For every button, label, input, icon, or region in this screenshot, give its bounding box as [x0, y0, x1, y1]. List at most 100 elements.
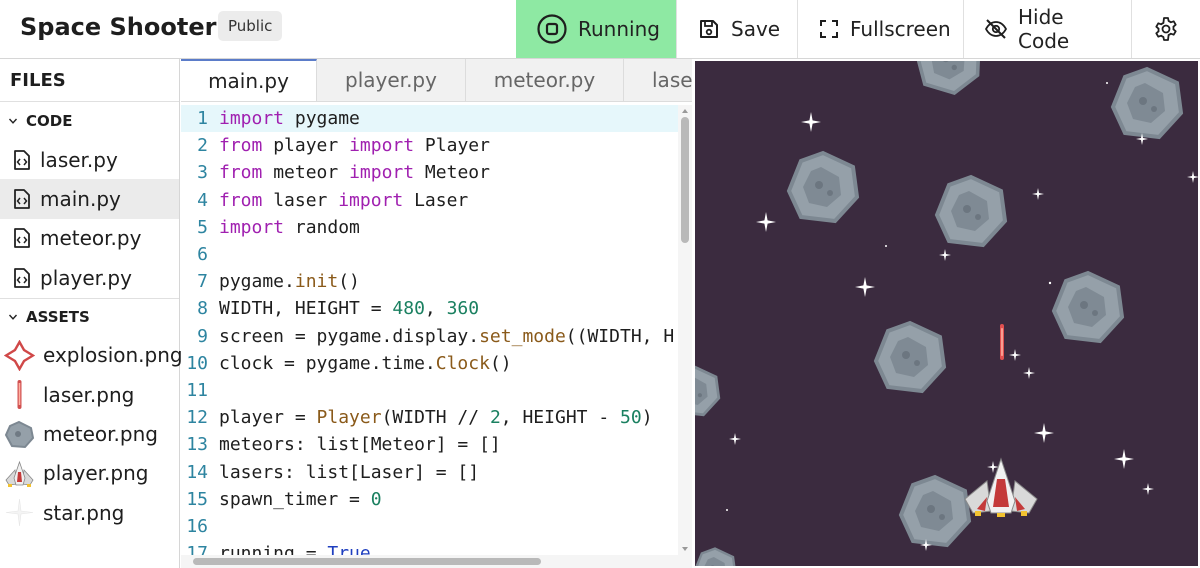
save-label: Save: [731, 17, 781, 41]
explosion-icon: [4, 339, 35, 371]
vertical-scrollbar[interactable]: [678, 105, 692, 555]
code-token: random: [284, 216, 360, 238]
file-name: laser.py: [40, 147, 118, 172]
code-token: meteors: list[Meteor] = []: [219, 434, 501, 456]
tab-main-py[interactable]: main.py: [181, 59, 317, 101]
code-token: from: [219, 189, 263, 211]
code-line[interactable]: 2 from player import Player: [181, 132, 678, 159]
code-line[interactable]: 7 pygame.init(): [181, 268, 678, 295]
game-preview-canvas[interactable]: [692, 59, 1200, 568]
code-token: spawn_timer =: [219, 488, 371, 510]
asset-name: player.png: [43, 461, 149, 486]
code-token: player: [262, 135, 350, 157]
asset-item-star-png[interactable]: star.png: [0, 493, 179, 532]
code-token: Clock: [435, 352, 490, 374]
game-scene[interactable]: [695, 61, 1198, 566]
line-text: pygame.init(): [219, 268, 360, 295]
code-token: (): [489, 352, 512, 374]
code-line[interactable]: 10 clock = pygame.time.Clock(): [181, 350, 678, 377]
code-line[interactable]: 9 screen = pygame.display.set_mode((WIDTH…: [181, 323, 678, 350]
code-token: import: [349, 135, 415, 157]
code-token: from: [219, 162, 263, 184]
code-token: ((WIDTH, H: [565, 325, 675, 347]
code-token: import: [338, 189, 404, 211]
code-token: lasers: list[Laser] = []: [219, 461, 480, 483]
laser-core: [1001, 328, 1003, 356]
asset-item-meteor-png[interactable]: meteor.png: [0, 414, 179, 453]
tab-meteor-py[interactable]: meteor.py: [466, 59, 624, 101]
hide-code-label: Hide Code: [1018, 5, 1070, 53]
fullscreen-button[interactable]: Fullscreen: [797, 0, 963, 58]
star: [1048, 281, 1052, 285]
star: [1106, 82, 1108, 84]
code-editor: main.py player.py meteor.py laser.py 1 im…: [181, 59, 692, 568]
code-token: , HEIGHT -: [500, 407, 621, 429]
line-number: 8: [197, 298, 208, 320]
code-line[interactable]: 16: [181, 513, 678, 540]
asset-item-laser-png[interactable]: laser.png: [0, 375, 179, 414]
code-line[interactable]: 15 spawn_timer = 0: [181, 486, 678, 513]
hide-code-button[interactable]: Hide Code: [963, 0, 1131, 58]
file-sidebar: FILES CODE laser.py main.py meteor.py playe…: [0, 59, 183, 568]
assets-section-toggle[interactable]: ASSETS: [0, 297, 179, 336]
asset-item-explosion-png[interactable]: explosion.png: [0, 336, 183, 375]
star: [885, 245, 887, 247]
asset-name: explosion.png: [43, 343, 183, 368]
code-token: set_mode: [479, 325, 566, 347]
settings-button[interactable]: [1131, 0, 1200, 58]
asset-item-player-png[interactable]: player.png: [0, 454, 179, 493]
line-text: running = True: [219, 540, 371, 555]
line-number: 7: [197, 271, 208, 293]
line-text: lasers: list[Laser] = []: [219, 459, 479, 486]
code-line[interactable]: 14 lasers: list[Laser] = []: [181, 459, 678, 486]
code-line[interactable]: 1 import pygame: [181, 105, 678, 133]
gear-icon: [1155, 17, 1177, 41]
code-token: (WIDTH //: [381, 407, 490, 429]
code-token: WIDTH, HEIGHT =: [219, 298, 393, 320]
code-line[interactable]: 12 player = Player(WIDTH // 2, HEIGHT - 5…: [181, 404, 678, 431]
code-text-area[interactable]: 1 import pygame 2 from player import Player…: [181, 105, 678, 555]
code-token: running =: [219, 543, 328, 555]
code-token: (): [338, 271, 360, 293]
code-token: meteor: [262, 162, 350, 184]
line-text: from player import Player: [219, 132, 490, 159]
code-line[interactable]: 8 WIDTH, HEIGHT = 480, 360: [181, 295, 678, 322]
visibility-badge[interactable]: Public: [218, 11, 283, 41]
file-item-player-py[interactable]: player.py: [0, 258, 179, 297]
code-token: pygame.: [219, 271, 295, 293]
code-line[interactable]: 3 from meteor import Meteor: [181, 159, 678, 186]
vertical-scroll-thumb[interactable]: [681, 117, 689, 243]
tab-player-py[interactable]: player.py: [317, 59, 466, 101]
line-text: from laser import Laser: [219, 187, 468, 214]
star: [726, 509, 728, 511]
tab-laser-py[interactable]: laser.py: [624, 59, 692, 101]
code-line[interactable]: 6: [181, 241, 678, 268]
run-label: Running: [578, 17, 660, 41]
code-file-icon: [14, 228, 30, 249]
code-token: from: [219, 135, 263, 157]
code-token: import: [349, 162, 415, 184]
file-item-laser-py[interactable]: laser.py: [0, 140, 179, 179]
code-section-toggle[interactable]: CODE: [0, 102, 179, 140]
line-text: screen = pygame.display.set_mode((WIDTH,…: [219, 323, 674, 350]
code-token: pygame: [284, 108, 360, 129]
line-number: 13: [186, 434, 208, 456]
line-number: 5: [197, 216, 208, 238]
file-item-main-py[interactable]: main.py: [0, 179, 179, 219]
save-button[interactable]: Save: [676, 0, 797, 58]
run-button[interactable]: Running: [516, 0, 676, 58]
code-line[interactable]: 17 running = True: [181, 540, 678, 555]
horizontal-scrollbar[interactable]: [181, 555, 692, 568]
line-number: 6: [197, 244, 208, 265]
line-number: 12: [186, 407, 208, 429]
horizontal-scroll-thumb[interactable]: [193, 558, 541, 565]
line-text: from meteor import Meteor: [219, 159, 490, 186]
eye-off-icon: [984, 19, 1008, 39]
meteor: [1111, 67, 1183, 139]
code-line[interactable]: 4 from laser import Laser: [181, 187, 678, 214]
code-line[interactable]: 13 meteors: list[Meteor] = []: [181, 431, 678, 458]
code-line[interactable]: 5 import random: [181, 214, 678, 241]
code-token: True: [327, 543, 371, 555]
file-item-meteor-py[interactable]: meteor.py: [0, 219, 179, 258]
code-line[interactable]: 11: [181, 377, 678, 404]
